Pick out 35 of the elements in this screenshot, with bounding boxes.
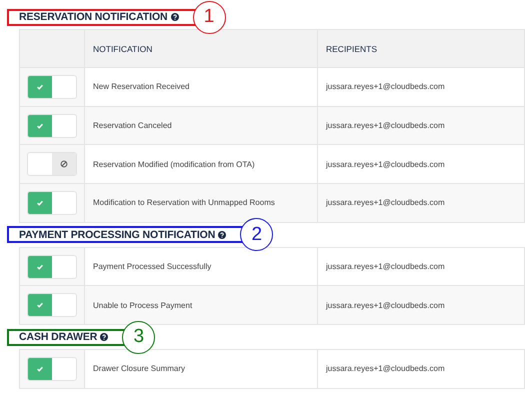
column-header: NOTIFICATION bbox=[85, 30, 318, 67]
disabled-icon bbox=[60, 160, 68, 168]
toggle-switch[interactable] bbox=[27, 254, 77, 279]
help-icon[interactable] bbox=[218, 230, 226, 239]
check-icon bbox=[36, 82, 44, 91]
toggle-switch[interactable] bbox=[27, 356, 77, 381]
toggle-switch[interactable] bbox=[27, 293, 77, 318]
check-icon bbox=[36, 301, 44, 310]
notification-cell: Drawer Closure Summary bbox=[85, 350, 318, 388]
help-icon[interactable] bbox=[100, 333, 108, 342]
recipient-cell: jussara.reyes+1@cloudbeds.com bbox=[318, 106, 525, 144]
check-icon bbox=[36, 262, 44, 271]
help-icon[interactable] bbox=[170, 13, 178, 21]
recipient-cell: jussara.reyes+1@cloudbeds.com bbox=[318, 286, 525, 324]
toggle-switch[interactable] bbox=[27, 190, 77, 215]
recipient-cell: jussara.reyes+1@cloudbeds.com bbox=[318, 184, 525, 222]
recipient-cell: jussara.reyes+1@cloudbeds.com bbox=[318, 350, 525, 388]
check-icon bbox=[36, 122, 44, 130]
recipient-cell: jussara.reyes+1@cloudbeds.com bbox=[318, 68, 525, 106]
column-header: RECIPIENTS bbox=[318, 30, 525, 67]
notification-cell: Payment Processed Successfully bbox=[85, 248, 318, 286]
recipient-cell: jussara.reyes+1@cloudbeds.com bbox=[318, 145, 525, 184]
toggle-switch[interactable] bbox=[27, 74, 77, 99]
check-icon bbox=[36, 198, 44, 207]
notification-cell: Reservation Canceled bbox=[85, 106, 318, 144]
toggle-switch[interactable] bbox=[27, 152, 77, 176]
notification-cell: Reservation Modified (modification from OTA) bbox=[85, 145, 318, 184]
toggle-switch[interactable] bbox=[27, 114, 77, 138]
section-title: PAYMENT PROCESSING NOTIFICATION bbox=[19, 228, 216, 241]
check-icon bbox=[36, 364, 44, 373]
recipient-cell: jussara.reyes+1@cloudbeds.com bbox=[318, 248, 525, 286]
section-title: CASH DRAWER bbox=[19, 331, 98, 344]
section-title: RESERVATION NOTIFICATION bbox=[19, 11, 168, 23]
notification-cell: New Reservation Received bbox=[85, 68, 318, 106]
annotation-number: 1 bbox=[192, 0, 226, 34]
